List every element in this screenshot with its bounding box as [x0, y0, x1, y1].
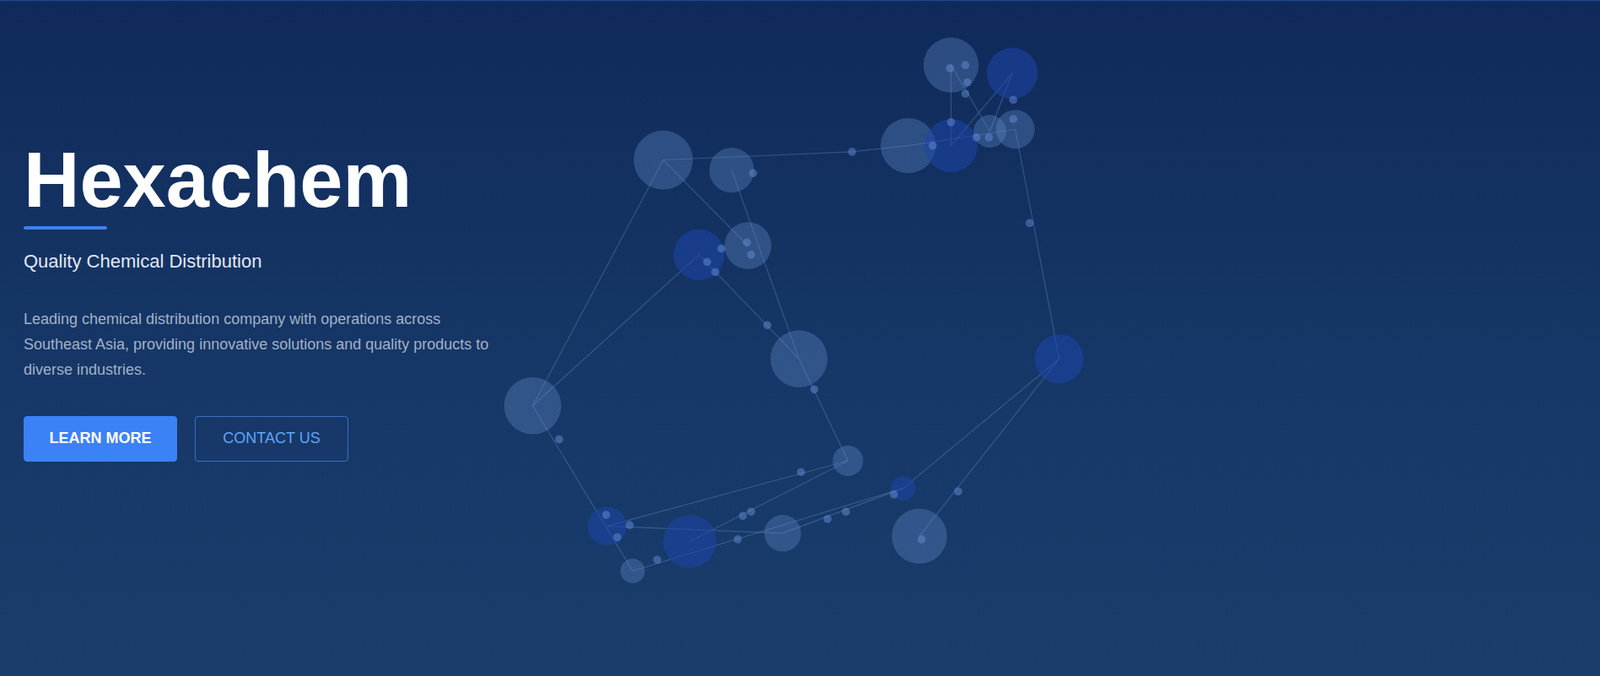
hero: Hexachem Quality Chemical Distribution Lea… — [0, 0, 1600, 676]
primary-button[interactable]: LEARN MORE — [23, 415, 178, 462]
hero-content: Hexachem Quality Chemical Distribution Lea… — [0, 0, 522, 462]
title-underline — [23, 226, 108, 230]
hero-title: Hexachem — [23, 137, 412, 223]
outline-button[interactable]: CONTACT US — [194, 415, 349, 462]
hero-subtitle: Quality Chemical Distribution — [23, 249, 262, 275]
button-row: LEARN MORE CONTACT US — [23, 415, 349, 462]
hero-description: Leading chemical distribution company wi… — [23, 306, 513, 383]
